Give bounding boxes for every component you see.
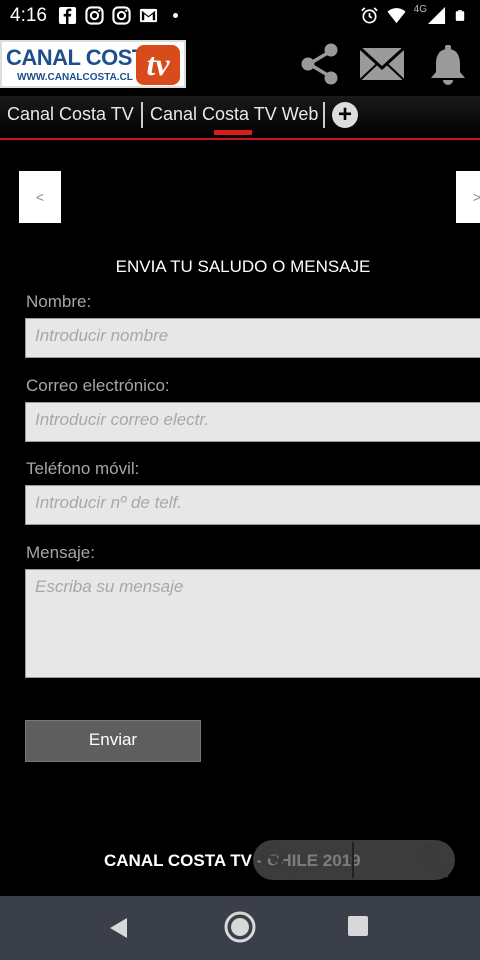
signal-icon	[427, 6, 446, 25]
email-placeholder: Introducir correo electr.	[35, 410, 210, 429]
zoom-control	[253, 840, 455, 880]
mail-button[interactable]	[358, 40, 406, 88]
email-label: Correo electrónico:	[26, 376, 170, 395]
instagram-icon	[85, 6, 104, 25]
status-time: 4:16	[10, 5, 47, 26]
tab-canal-costa-tv-web[interactable]: Canal Costa TV Web	[150, 104, 318, 125]
name-placeholder: Introducir nombre	[35, 326, 169, 345]
phone-label: Teléfono móvil:	[26, 459, 140, 478]
share-button[interactable]	[296, 40, 344, 88]
recent-apps-icon[interactable]	[346, 914, 370, 938]
notifications-button[interactable]	[424, 40, 472, 88]
system-icons: 4G	[360, 4, 466, 25]
home-icon[interactable]	[222, 909, 258, 945]
share-icon	[301, 43, 338, 85]
dot-icon	[173, 13, 178, 18]
logo-url: WWW.CANALCOSTA.CL	[17, 72, 133, 83]
zoom-out-icon[interactable]	[259, 844, 293, 878]
status-bar: 4:16 4G	[0, 0, 480, 32]
name-label: Nombre:	[26, 292, 92, 311]
canal-costa-logo[interactable]: CANAL COSTA WWW.CANALCOSTA.CL tv	[0, 40, 186, 88]
zoom-in-icon[interactable]	[415, 844, 449, 878]
name-field[interactable]: Introducir nombre	[25, 318, 480, 358]
send-button[interactable]: Enviar	[25, 720, 201, 762]
battery-icon	[455, 10, 465, 21]
phone-field[interactable]: Introducir nº de telf.	[25, 485, 480, 525]
next-button[interactable]: >	[456, 171, 480, 223]
tab-divider	[141, 102, 143, 128]
app-header: CANAL COSTA WWW.CANALCOSTA.CL tv	[0, 32, 480, 96]
network-type-label: 4G	[413, 4, 427, 15]
zoom-divider	[352, 842, 354, 878]
tab-canal-costa-tv[interactable]: Canal Costa TV	[7, 104, 134, 125]
gmail-icon	[139, 8, 158, 23]
form-title: ENVIA TU SALUDO O MENSAJE	[115, 257, 371, 276]
bell-icon	[431, 45, 465, 85]
phone-placeholder: Introducir nº de telf.	[35, 493, 183, 512]
instagram-icon	[112, 6, 131, 25]
tab-bar: Canal Costa TV Canal Costa TV Web +	[0, 96, 480, 140]
back-icon[interactable]	[105, 914, 133, 942]
wifi-icon	[387, 8, 406, 24]
previous-button[interactable]: <	[19, 171, 61, 223]
alarm-icon	[360, 7, 378, 24]
message-placeholder: Escriba su mensaje	[35, 577, 184, 596]
message-textarea[interactable]: Escriba su mensaje	[25, 569, 480, 678]
add-tab-button[interactable]: +	[332, 102, 358, 128]
system-navigation-bar	[0, 896, 480, 960]
message-label: Mensaje:	[26, 543, 95, 562]
mail-icon	[358, 46, 406, 81]
tab-divider	[323, 102, 325, 128]
logo-tv-badge: tv	[136, 45, 180, 85]
email-field[interactable]: Introducir correo electr.	[25, 402, 480, 442]
facebook-icon	[58, 6, 77, 25]
notification-icons	[58, 6, 185, 25]
active-tab-indicator	[214, 130, 252, 135]
